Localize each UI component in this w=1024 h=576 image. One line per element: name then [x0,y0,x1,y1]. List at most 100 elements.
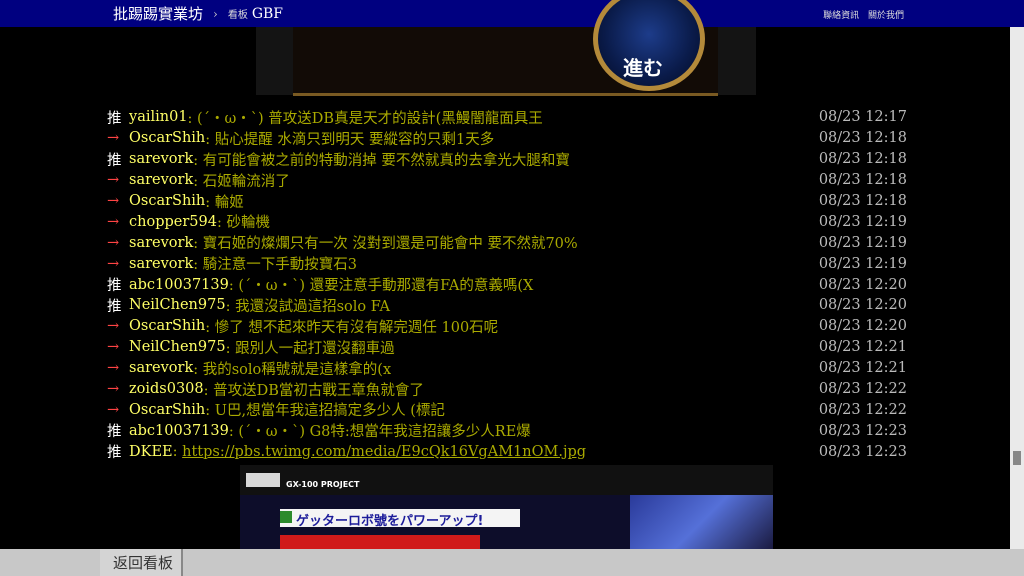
push-tag: 推 [107,445,122,462]
comment-text: : 石姬輪流消了 [193,170,817,191]
comment-content: : 砂輪機 [216,215,270,232]
comment-user: DKEE [129,443,173,460]
arrow-tag: → [107,381,120,398]
comment-row: → OscarShih: 慘了 想不起來昨天有沒有解完週任 100石呢 08/23 … [107,316,907,337]
comment-row: → sarevork: 我的solo稱號就是這樣拿的(x 08/23 12:21 [107,358,907,379]
embedded-image-top[interactable]: 進む [256,0,756,96]
scrollbar-thumb[interactable] [1013,451,1021,465]
comment-text: : https://pbs.twimg.com/media/E9cQk16VgA… [173,444,817,460]
comment-content: : 貼心提醒 水滴只到明天 要縱容的只剩1天多 [205,131,495,148]
comment-content: : 我還沒試過這招solo FA [225,298,390,315]
comment-row: → sarevork: 石姬輪流消了 08/23 12:18 [107,170,907,191]
comment-content: : 騎注意一下手動按寶石3 [193,257,357,274]
comment-user: OscarShih [129,318,206,335]
comment-user: OscarShih [129,193,206,209]
arrow-tag: → [107,360,120,377]
comment-content: : 石姬輪流消了 [193,173,290,190]
comment-time: 08/23 12:19 [818,213,907,230]
comment-link[interactable]: https://pbs.twimg.com/media/E9cQk16VgAM1… [182,444,586,460]
comment-content: : 慘了 想不起來昨天有沒有解完週任 100石呢 [205,319,499,336]
comment-time: 08/23 12:21 [818,360,907,377]
comment-row: 推 abc10037139: (´・ω・`) G8特:想當年我這招讓多少人RE爆 0… [107,420,907,441]
comment-text: : 貼心提醒 水滴只到明天 要縱容的只剩1天多 [205,128,817,149]
comment-user: sarevork [129,255,194,272]
comment-content: : 我的solo稱號就是這樣拿的(x [193,361,392,378]
breadcrumb-separator: › [213,6,218,21]
comment-time: 08/23 12:20 [818,297,907,314]
comment-time: 08/23 12:18 [818,193,907,209]
comment-text: : 慘了 想不起來昨天有沒有解完週任 100石呢 [205,316,817,337]
push-tag: 推 [107,278,122,295]
comment-row: 推 DKEE: https://pbs.twimg.com/media/E9cQk… [107,441,907,462]
comment-time: 08/23 12:18 [818,151,907,168]
arrow-tag: → [107,401,120,418]
comment-row: → sarevork: 寶石姬的燦爛只有一次 沒對到還是可能會中 要不然就70% 0… [107,232,907,253]
comment-time: 08/23 12:17 [818,109,907,126]
comment-text: : 砂輪機 [217,211,817,232]
push-tag: 推 [107,110,122,127]
comment-text: : (´・ω・`) 普攻送DB真是天才的設計(黑鰻闇龍面具王 [188,107,817,128]
comment-user: sarevork [129,151,194,168]
comment-row: → OscarShih: 輪姬 08/23 12:18 [107,191,907,212]
comment-time: 08/23 12:23 [818,443,907,460]
comment-content: : (´・ω・`) 還要注意手動那還有FA的意義嗎(X [228,278,534,295]
arrow-tag: → [107,213,120,230]
comment-user: yailin01 [129,109,188,126]
brand-logo [246,473,280,487]
comment-time: 08/23 12:18 [818,172,907,189]
arrow-tag: → [107,193,120,209]
about-link[interactable]: 關於我們 [868,11,904,21]
comment-list: 推 yailin01: (´・ω・`) 普攻送DB真是天才的設計(黑鰻闇龍面具王 0… [107,107,907,462]
comment-time: 08/23 12:22 [818,401,907,418]
comment-text: : 有可能會被之前的特動消掉 要不然就真的去拿光大腿和寶 [193,149,817,170]
comment-user: zoids0308 [129,381,204,398]
comment-text: : (´・ω・`) 還要注意手動那還有FA的意義嗎(X [229,274,817,295]
back-to-board-button[interactable]: 返回看板 [100,549,184,576]
comment-row: → NeilChen975: 跟別人一起打還沒翻車過 08/23 12:21 [107,337,907,358]
banner-text: ゲッターロボ號をパワーアップ! [296,514,484,529]
comment-row: 推 yailin01: (´・ω・`) 普攻送DB真是天才的設計(黑鰻闇龍面具王 0… [107,107,907,128]
board-name-link[interactable]: GBF [252,6,283,22]
comment-user: chopper594 [129,213,217,230]
push-tag: 推 [107,152,122,169]
comment-user: OscarShih [129,401,206,418]
contact-link[interactable]: 聯絡資訊 [823,11,859,21]
comment-content: : 有可能會被之前的特動消掉 要不然就真的去拿光大腿和寶 [193,152,570,169]
comment-time: 08/23 12:19 [818,234,907,251]
comment-content: : 寶石姬的燦爛只有一次 沒對到還是可能會中 要不然就70% [193,236,578,253]
orb-button-text: 進む [623,56,663,80]
comment-text: : 跟別人一起打還沒翻車過 [226,337,817,358]
comment-user: abc10037139 [129,422,229,439]
comment-text: : 騎注意一下手動按寶石3 [193,253,817,274]
robot-illustration [630,495,773,549]
comment-row: 推 sarevork: 有可能會被之前的特動消掉 要不然就真的去拿光大腿和寶 08/… [107,149,907,170]
comment-time: 08/23 12:23 [818,422,907,439]
embedded-image-bottom[interactable]: GX-100 PROJECT ゲッターロボ號をパワーアップ! [240,465,773,549]
arrow-tag: → [107,234,120,251]
vertical-scrollbar[interactable] [1010,27,1024,549]
comment-row: → OscarShih: 貼心提醒 水滴只到明天 要縱容的只剩1天多 08/23 1… [107,128,907,149]
comment-user: sarevork [129,234,194,251]
comment-time: 08/23 12:20 [818,276,907,293]
comment-time: 08/23 12:19 [818,255,907,272]
comment-user: sarevork [129,172,194,189]
comment-time: 08/23 12:21 [818,339,907,356]
comment-content: : 輪姬 [205,194,244,211]
comment-text: : (´・ω・`) G8特:想當年我這招讓多少人RE爆 [229,420,817,441]
comment-row: → zoids0308: 普攻送DB當初古戰王章魚就會了 08/23 12:22 [107,379,907,400]
bottom-bar: 返回看板 [0,549,1024,576]
comment-user: sarevork [129,360,194,377]
arrow-tag: → [107,130,120,147]
comment-row: → chopper594: 砂輪機 08/23 12:19 [107,211,907,232]
comment-text: : 寶石姬的燦爛只有一次 沒對到還是可能會中 要不然就70% [193,232,817,253]
comment-content: : 跟別人一起打還沒翻車過 [225,340,395,357]
comment-text: : 我的solo稱號就是這樣拿的(x [193,358,817,379]
site-title-link[interactable]: 批踢踢實業坊 [113,3,203,24]
comment-user: NeilChen975 [129,339,226,356]
comment-row: 推 abc10037139: (´・ω・`) 還要注意手動那還有FA的意義嗎(X 0… [107,274,907,295]
comment-content: : (´・ω・`) G8特:想當年我這招讓多少人RE爆 [228,424,531,441]
top-navbar: 批踢踢實業坊 › 看板 GBF 聯絡資訊 關於我們 [0,0,1024,27]
arrow-tag: → [107,255,120,272]
arrow-tag: → [107,339,120,356]
comment-content: : (´・ω・`) 普攻送DB真是天才的設計(黑鰻闇龍面具王 [187,110,543,127]
